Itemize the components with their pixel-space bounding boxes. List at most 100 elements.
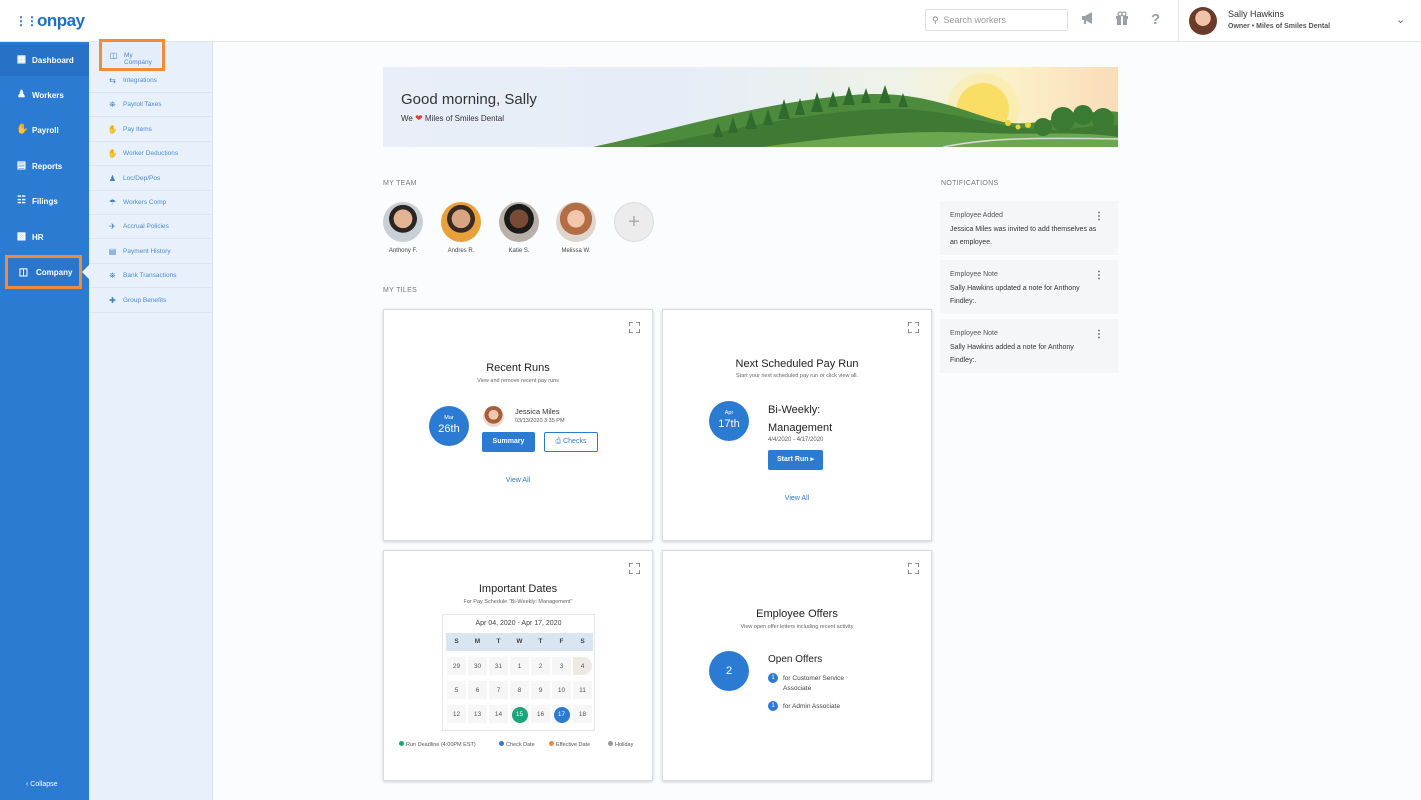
legend-check-date: Check Date <box>499 741 535 748</box>
weekday: T <box>538 638 543 645</box>
subnav-integrations[interactable]: ⇆ Integrations <box>89 68 211 93</box>
search-icon: ⚲ <box>932 15 939 25</box>
more-vertical-icon[interactable]: ⋮ <box>1094 329 1104 340</box>
nav-dashboard[interactable]: ▦ Dashboard <box>0 44 89 76</box>
subnav-bank-transactions[interactable]: ⛯ Bank Transactions <box>89 263 211 288</box>
notifications-label: NOTIFICATIONS <box>941 180 999 187</box>
nav-company[interactable]: ◫ Company <box>5 255 82 289</box>
medkit-icon: ✚ <box>109 296 116 305</box>
bank-icon: ⛯ <box>109 100 116 109</box>
calendar-day: 18 <box>572 704 593 724</box>
summary-button[interactable]: Summary <box>482 432 535 452</box>
run-worker-name: Jessica Miles <box>515 407 560 416</box>
calendar-day: 14 <box>488 704 509 724</box>
welcome-banner: Good morning, Sally We ❤ Miles of Smiles… <box>383 67 1118 147</box>
hr-icon: ▩ <box>16 231 27 242</box>
nav-active-pointer <box>82 265 89 279</box>
calendar-day: 31 <box>488 656 509 676</box>
add-team-member-button[interactable]: + <box>614 202 654 242</box>
offer-count-badge: 1 <box>768 701 778 711</box>
nav-hr[interactable]: ▩ HR <box>0 221 89 253</box>
legend-holiday: Holiday <box>608 741 633 748</box>
calendar-day: 1 <box>509 656 530 676</box>
open-offers-count: 2 <box>709 651 749 691</box>
schedule-name-line2: Management <box>768 422 833 434</box>
schedule-range: 4/4/2020 - 4/17/2020 <box>768 437 824 443</box>
checks-button[interactable]: ⎙ Checks <box>544 432 598 452</box>
collapse-button[interactable]: ‹ Collapse <box>26 781 58 788</box>
subnav-accrual-policies[interactable]: ✈ Accrual Policies <box>89 214 211 239</box>
run-date-badge: Mar 26th <box>429 406 469 446</box>
company-icon: ◫ <box>18 267 29 278</box>
subnav-worker-deductions[interactable]: ✋ Worker Deductions <box>89 141 211 166</box>
offer-count-badge: 1 <box>768 673 778 683</box>
subnav-payment-history[interactable]: ▤ Payment History <box>89 239 211 264</box>
subnav-group-benefits[interactable]: ✚ Group Benefits <box>89 288 211 313</box>
tile-subtitle: View and remove recent pay runs <box>477 378 559 384</box>
expand-icon[interactable] <box>629 322 640 333</box>
plane-icon: ✈ <box>109 222 116 231</box>
nav-workers[interactable]: ♟ Workers <box>0 79 89 111</box>
top-bar: ⋮⋮onpay ⚲ Search workers ? Sally Hawkins… <box>0 0 1421 42</box>
umbrella-icon: ☂ <box>108 198 117 207</box>
team-member-katie[interactable]: Katie S. <box>494 202 544 254</box>
pay-period-calendar: Apr 04, 2020 - Apr 17, 2020 S M T W T F … <box>442 614 595 731</box>
greeting-title: Good morning, Sally <box>401 91 537 108</box>
calendar-day-start: 4 <box>572 656 593 676</box>
subnav-pay-items[interactable]: ✋ Pay Items <box>89 117 211 142</box>
tile-title: Recent Runs <box>486 362 550 374</box>
search-input[interactable]: ⚲ Search workers <box>925 9 1068 31</box>
weekday: F <box>559 638 564 645</box>
calendar-day: 9 <box>530 680 551 700</box>
deduction-icon: ✋ <box>107 149 118 158</box>
subnav-my-company[interactable]: ◫ My Company <box>99 39 165 71</box>
expand-icon[interactable] <box>908 322 919 333</box>
company-subnav: ◫ My Company ⇆ Integrations ⛯ Payroll Ta… <box>89 39 213 800</box>
user-role: Owner • Miles of Smiles Dental <box>1228 23 1331 30</box>
more-vertical-icon[interactable]: ⋮ <box>1094 270 1104 281</box>
next-run-view-all-link[interactable]: View All <box>663 495 931 502</box>
nav-payroll[interactable]: ✋ Payroll <box>0 114 89 146</box>
chevron-down-icon[interactable]: ⌄ <box>1396 13 1405 26</box>
expand-icon[interactable] <box>908 563 919 574</box>
team-member-andres[interactable]: Andres R. <box>436 202 486 254</box>
notification-item[interactable]: Employee Note Sally Hawkins added a note… <box>940 319 1118 374</box>
schedule-name-line1: Bi-Weekly: <box>768 404 821 416</box>
user-avatar[interactable] <box>1189 7 1217 35</box>
subnav-loc-dep-pos[interactable]: ♟ Loc/Dep/Pos <box>89 166 211 191</box>
tile-title: Important Dates <box>478 583 558 595</box>
notification-item[interactable]: Employee Note Sally Hawkins updated a no… <box>940 260 1118 315</box>
subnav-workers-comp[interactable]: ☂ Workers Comp <box>89 190 211 215</box>
nav-filings[interactable]: ☷ Filings <box>0 185 89 217</box>
avatar <box>441 202 481 242</box>
greeting-subtitle: We ❤ Miles of Smiles Dental <box>401 113 505 123</box>
notification-item[interactable]: Employee Added Jessica Miles was invited… <box>940 201 1118 256</box>
calendar-weekdays: S M T W T F S <box>446 633 593 651</box>
important-dates-tile: Important Dates For Pay Schedule "Bi-Wee… <box>383 550 653 781</box>
weekday: S <box>580 638 585 645</box>
calendar-day: 6 <box>467 680 488 700</box>
start-run-button[interactable]: Start Run ▸ <box>768 450 823 470</box>
calendar-day-run-deadline: 15 <box>509 704 530 724</box>
gift-icon[interactable] <box>1115 11 1129 29</box>
search-placeholder: Search workers <box>943 15 1007 25</box>
payroll-icon: ✋ <box>16 124 29 135</box>
offer-text: for Admin Associate <box>783 703 841 710</box>
onpay-logo[interactable]: ⋮⋮onpay <box>15 11 85 31</box>
recent-runs-view-all-link[interactable]: View All <box>384 477 652 484</box>
megaphone-icon[interactable] <box>1081 11 1096 29</box>
subnav-payroll-taxes[interactable]: ⛯ Payroll Taxes <box>89 92 211 117</box>
team-member-melissa[interactable]: Melissa W. <box>551 202 601 254</box>
help-icon[interactable]: ? <box>1151 11 1160 28</box>
expand-icon[interactable] <box>629 563 640 574</box>
calendar-day: 2 <box>530 656 551 676</box>
legend-effective-date: Effective Date <box>549 741 590 748</box>
calendar-day: 8 <box>509 680 530 700</box>
more-vertical-icon[interactable]: ⋮ <box>1094 211 1104 222</box>
calendar-day: 11 <box>572 680 593 700</box>
calendar-day-check-date: 17 <box>551 704 572 724</box>
workers-icon: ♟ <box>17 89 26 100</box>
nav-reports[interactable]: ▤ Reports <box>0 150 89 182</box>
user-name[interactable]: Sally Hawkins <box>1228 9 1284 19</box>
team-member-anthony[interactable]: Anthony F. <box>378 202 428 254</box>
